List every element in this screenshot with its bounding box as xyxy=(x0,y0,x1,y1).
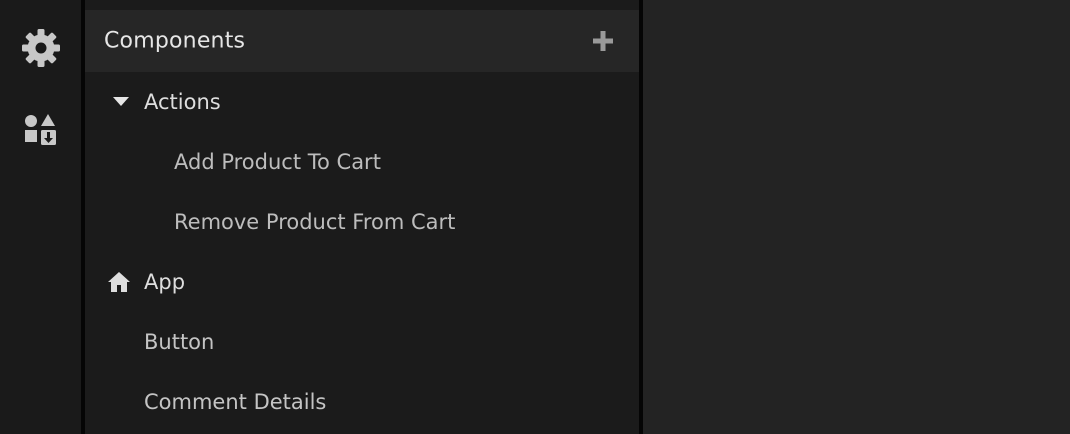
panel-header: Components xyxy=(85,10,639,72)
tree-group-label: Actions xyxy=(144,90,221,114)
shapes-download-icon xyxy=(25,114,56,145)
main-canvas[interactable] xyxy=(643,0,1070,434)
app-window: Components Actions Add Product To Cart R… xyxy=(0,0,1070,434)
gear-icon xyxy=(22,29,60,67)
tree-group-actions[interactable]: Actions xyxy=(85,72,639,132)
tree-item-remove-product-from-cart[interactable]: Remove Product From Cart xyxy=(85,192,639,252)
home-icon xyxy=(107,271,131,293)
tree-item-comment-details[interactable]: Comment Details xyxy=(85,372,639,432)
components-button[interactable] xyxy=(19,108,63,152)
components-panel: Components Actions Add Product To Cart R… xyxy=(85,0,639,434)
settings-button[interactable] xyxy=(19,26,63,70)
panel-top-strip xyxy=(85,0,639,10)
tree-item-label: App xyxy=(144,270,186,294)
tree-item-button[interactable]: Button xyxy=(85,312,639,372)
plus-icon xyxy=(593,31,613,51)
panel-title: Components xyxy=(104,28,246,54)
tree-item-label: Add Product To Cart xyxy=(174,150,381,174)
tree-item-label: Remove Product From Cart xyxy=(174,210,456,234)
caret-down-icon[interactable] xyxy=(113,97,129,107)
tree-item-app[interactable]: App xyxy=(85,252,639,312)
icon-rail xyxy=(0,0,81,434)
tree-item-label: Button xyxy=(144,330,215,354)
tree-item-add-product-to-cart[interactable]: Add Product To Cart xyxy=(85,132,639,192)
add-component-button[interactable] xyxy=(591,29,615,53)
tree-item-label: Comment Details xyxy=(144,390,327,414)
